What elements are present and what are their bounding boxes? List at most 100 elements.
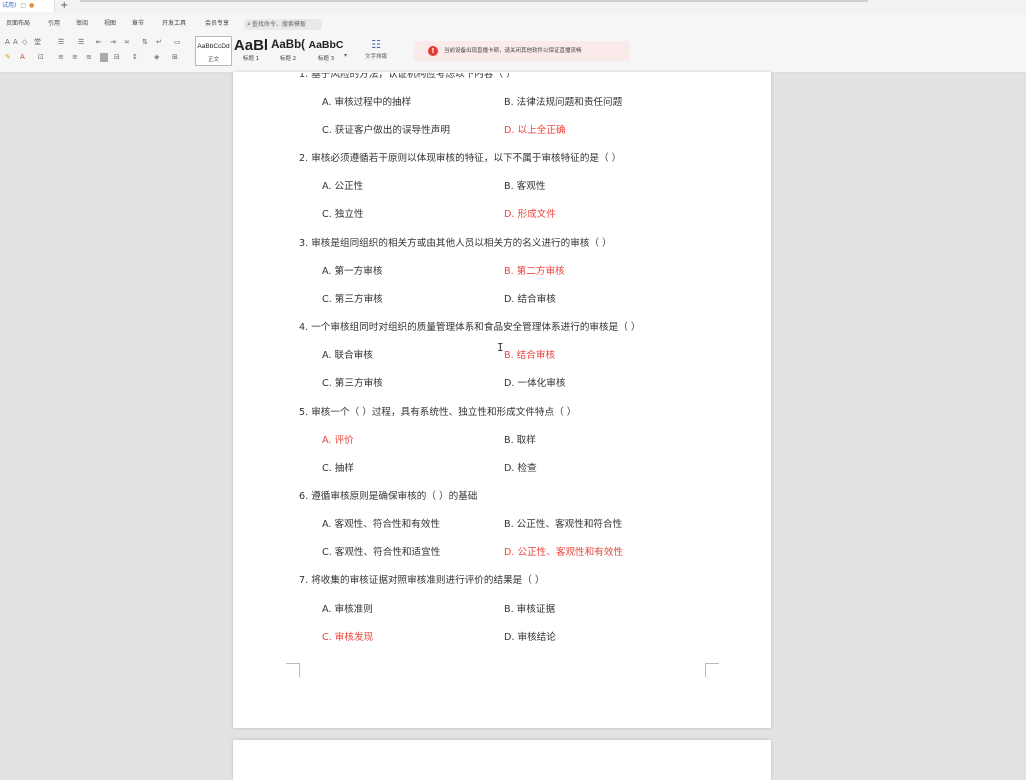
menu-page-layout[interactable]: 页面布局 xyxy=(6,17,30,31)
style-normal[interactable]: AaBbCcDd 正文 xyxy=(195,36,232,66)
format-toolbar: A A ◇ 堂 ☰ ☰ ⇤ ⇥ ≍ ⇅ ↵ ▭ ✎ A ⊡ ≡ ≡ ≡ ⊟ ↕ … xyxy=(2,36,192,70)
document-page[interactable]: 1. 基于风险的方法，认证机构应考虑以下内容（ ） A. 审核过程中的抽样 B.… xyxy=(233,72,771,728)
question-2: 2. 审核必须遵循若干原则以体现审核的特征，以下不属于审核特征的是（ ） xyxy=(299,153,622,164)
question-3-option-d: D. 结合审核 xyxy=(504,294,556,305)
highlight-icon[interactable]: ✎ xyxy=(5,53,11,62)
question-6-option-b: B. 公正性、客观性和符合性 xyxy=(504,519,623,530)
show-marks-icon[interactable]: ↵ xyxy=(156,38,162,47)
search-icon: ⌕ xyxy=(247,20,251,28)
chat-icon[interactable]: ▢ xyxy=(20,2,26,9)
question-5-option-c: C. 抽样 xyxy=(322,463,354,474)
increase-indent-icon[interactable]: ⇥ xyxy=(110,38,116,47)
question-5-option-b: B. 取样 xyxy=(504,435,536,446)
question-7-option-c: C. 审核发现 xyxy=(322,632,374,643)
text-layout-icon: ☷ xyxy=(371,38,381,51)
sort-icon[interactable]: ⇅ xyxy=(142,38,148,47)
text-layout-button[interactable]: ☷ 文字排版 xyxy=(358,36,394,66)
menu-view[interactable]: 视图 xyxy=(104,17,116,31)
next-document-page[interactable] xyxy=(233,740,771,780)
borders-icon[interactable]: ⊞ xyxy=(172,53,178,62)
unsaved-dot-icon: ● xyxy=(29,2,35,9)
question-1-option-c: C. 获证客户做出的误导性声明 xyxy=(322,125,450,136)
question-5-option-d: D. 检查 xyxy=(504,463,537,474)
table-icon[interactable]: ▭ xyxy=(174,38,181,47)
bullet-list-icon[interactable]: ☰ xyxy=(58,38,64,47)
stream-warning-message: 当前设备出现直播卡顿，请关闭其他软件以保证直播流畅 xyxy=(444,48,582,54)
numbered-list-icon[interactable]: ☰ xyxy=(78,38,84,47)
menu-chapter[interactable]: 章节 xyxy=(132,17,144,31)
question-7-option-a: A. 审核准则 xyxy=(322,604,373,615)
question-7-option-d: D. 审核结论 xyxy=(504,632,556,643)
align-justify-icon[interactable] xyxy=(100,53,108,62)
question-2-option-b: B. 客观性 xyxy=(504,181,546,192)
margin-corner-bottom-left xyxy=(286,663,300,677)
question-4-option-d: D. 一体化审核 xyxy=(504,378,566,389)
distribute-icon[interactable]: ⊟ xyxy=(114,53,120,62)
question-2-option-c: C. 独立性 xyxy=(322,209,364,220)
question-4-option-c: C. 第三方审核 xyxy=(322,378,383,389)
question-6-option-d: D. 公正性、客观性和有效性 xyxy=(504,547,624,558)
question-6-option-a: A. 客观性、符合性和有效性 xyxy=(322,519,441,530)
question-2-option-d: D. 形成文件 xyxy=(504,209,556,220)
question-4-option-a: A. 联合审核 xyxy=(322,350,373,361)
style-heading-1-caption: 标题 1 xyxy=(242,56,260,62)
question-2-option-a: A. 公正性 xyxy=(322,181,364,192)
text-cursor-icon: I xyxy=(497,341,504,354)
font-grow-icon[interactable]: A xyxy=(5,38,10,47)
document-tab[interactable]: 试用) ▢ ● xyxy=(0,0,55,12)
menu-member[interactable]: 会员专享 xyxy=(205,17,229,31)
question-5-option-a: A. 评价 xyxy=(322,435,354,446)
style-normal-sample: AaBbCcDd xyxy=(197,43,230,50)
menu-review[interactable]: 审阅 xyxy=(76,17,88,31)
question-7: 7. 将收集的审核证据对照审核准则进行评价的结果是（ ） xyxy=(299,575,545,586)
question-5: 5. 审核一个（ ）过程，具有系统性、独立性和形成文件特点（ ） xyxy=(299,407,577,418)
stream-warning-toast: ! 当前设备出现直播卡顿，请关闭其他软件以保证直播流畅 xyxy=(414,41,630,61)
clear-format-icon[interactable]: ◇ xyxy=(22,38,27,47)
decrease-indent-icon[interactable]: ⇤ xyxy=(96,38,102,47)
margin-corner-bottom-right xyxy=(705,663,719,677)
title-bar-edge xyxy=(80,0,868,2)
style-heading-1-sample: AaBl xyxy=(233,37,269,54)
question-3-option-c: C. 第三方审核 xyxy=(322,294,383,305)
phonetic-icon[interactable]: 堂 xyxy=(34,38,41,47)
style-heading-2-caption: 标题 2 xyxy=(279,56,297,62)
menu-references[interactable]: 引用 xyxy=(48,17,60,31)
tab-strip: 试用) ▢ ● + xyxy=(0,0,1026,14)
style-normal-caption: 正文 xyxy=(207,57,219,63)
align-center-icon[interactable]: ≡ xyxy=(72,53,78,62)
new-tab-button[interactable]: + xyxy=(60,0,68,12)
style-heading-3-sample: AaBbC xyxy=(308,39,344,51)
align-right-icon[interactable]: ≡ xyxy=(86,53,92,62)
question-3-option-a: A. 第一方审核 xyxy=(322,266,383,277)
question-1-option-d: D. 以上全正确 xyxy=(504,125,566,136)
style-more-icon[interactable]: ▾ xyxy=(344,52,347,59)
question-7-option-b: B. 审核证据 xyxy=(504,604,556,615)
chinese-layout-icon[interactable]: ≍ xyxy=(124,38,130,47)
text-layout-label: 文字排版 xyxy=(364,54,387,60)
line-spacing-icon[interactable]: ↕ xyxy=(132,53,138,62)
document-tab-title: 试用) xyxy=(2,2,17,9)
menu-developer-tools[interactable]: 开发工具 xyxy=(162,17,186,31)
shading-icon[interactable]: ◈ xyxy=(154,53,159,62)
warning-icon: ! xyxy=(428,46,438,56)
style-heading-3[interactable]: AaBbC 标题 3 xyxy=(307,36,345,66)
char-border-icon[interactable]: ⊡ xyxy=(38,53,44,62)
font-shrink-icon[interactable]: A xyxy=(13,38,18,47)
font-color-icon[interactable]: A xyxy=(20,53,25,62)
style-heading-3-caption: 标题 3 xyxy=(317,56,335,62)
command-search-placeholder: 查找命令、搜索模板 xyxy=(251,21,306,28)
style-heading-2[interactable]: AaBb( 标题 2 xyxy=(269,36,307,66)
question-4: 4. 一个审核组同时对组织的质量管理体系和食品安全管理体系进行的审核是（ ） xyxy=(299,322,641,333)
question-6: 6. 遵循审核原则是确保审核的（ ）的基础 xyxy=(299,491,478,502)
style-heading-1[interactable]: AaBl 标题 1 xyxy=(233,36,269,66)
question-4-option-b: B. 结合审核 xyxy=(504,350,556,361)
style-heading-2-sample: AaBb( xyxy=(271,39,305,51)
question-1-option-a: A. 审核过程中的抽样 xyxy=(322,97,412,108)
question-1-option-b: B. 法律法规问题和责任问题 xyxy=(504,97,623,108)
question-3-option-b: B. 第二方审核 xyxy=(504,266,565,277)
ribbon: 页面布局 引用 审阅 视图 章节 开发工具 会员专享 ⌕查找命令、搜索模板 A … xyxy=(0,14,1026,73)
align-left-icon[interactable]: ≡ xyxy=(58,53,64,62)
command-search-input[interactable]: ⌕查找命令、搜索模板 xyxy=(244,19,322,30)
question-6-option-c: C. 客观性、符合性和适宜性 xyxy=(322,547,441,558)
style-gallery: AaBbCcDd 正文 AaBl 标题 1 AaBb( 标题 2 AaBbC 标… xyxy=(195,36,350,66)
